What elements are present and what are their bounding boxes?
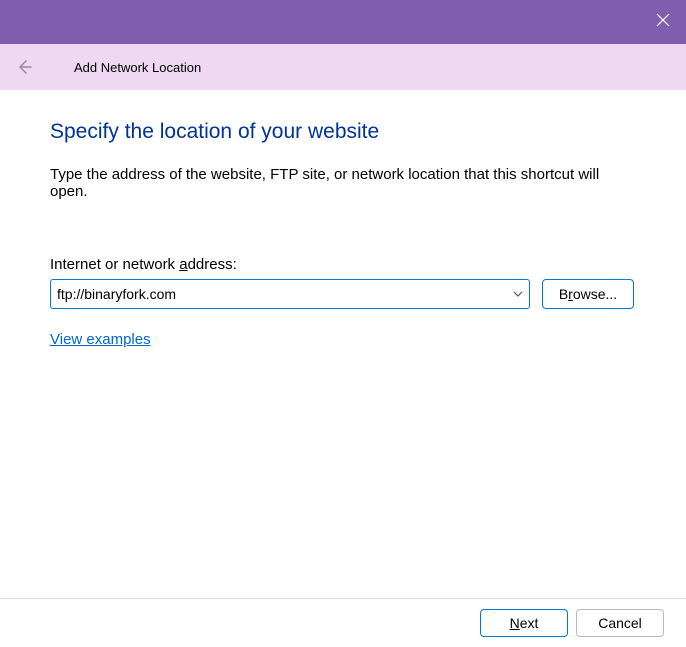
wizard-content: Specify the location of your website Typ…: [0, 90, 686, 598]
browse-button[interactable]: Browse...: [542, 279, 634, 309]
titlebar: [0, 0, 686, 44]
page-title: Specify the location of your website: [50, 120, 636, 144]
cancel-button[interactable]: Cancel: [576, 609, 664, 637]
page-description: Type the address of the website, FTP sit…: [50, 166, 636, 200]
wizard-header: Add Network Location: [0, 44, 686, 90]
wizard-footer: Next Cancel: [0, 598, 686, 647]
close-button[interactable]: [640, 0, 686, 44]
view-examples-link[interactable]: View examples: [50, 331, 151, 348]
address-combo: [50, 279, 530, 309]
address-label: Internet or network address:: [50, 256, 636, 273]
next-button[interactable]: Next: [480, 609, 568, 637]
address-input[interactable]: [50, 279, 530, 309]
header-title: Add Network Location: [74, 60, 201, 75]
close-icon: [656, 13, 670, 32]
back-icon: [14, 57, 34, 77]
address-row: Browse...: [50, 279, 636, 309]
